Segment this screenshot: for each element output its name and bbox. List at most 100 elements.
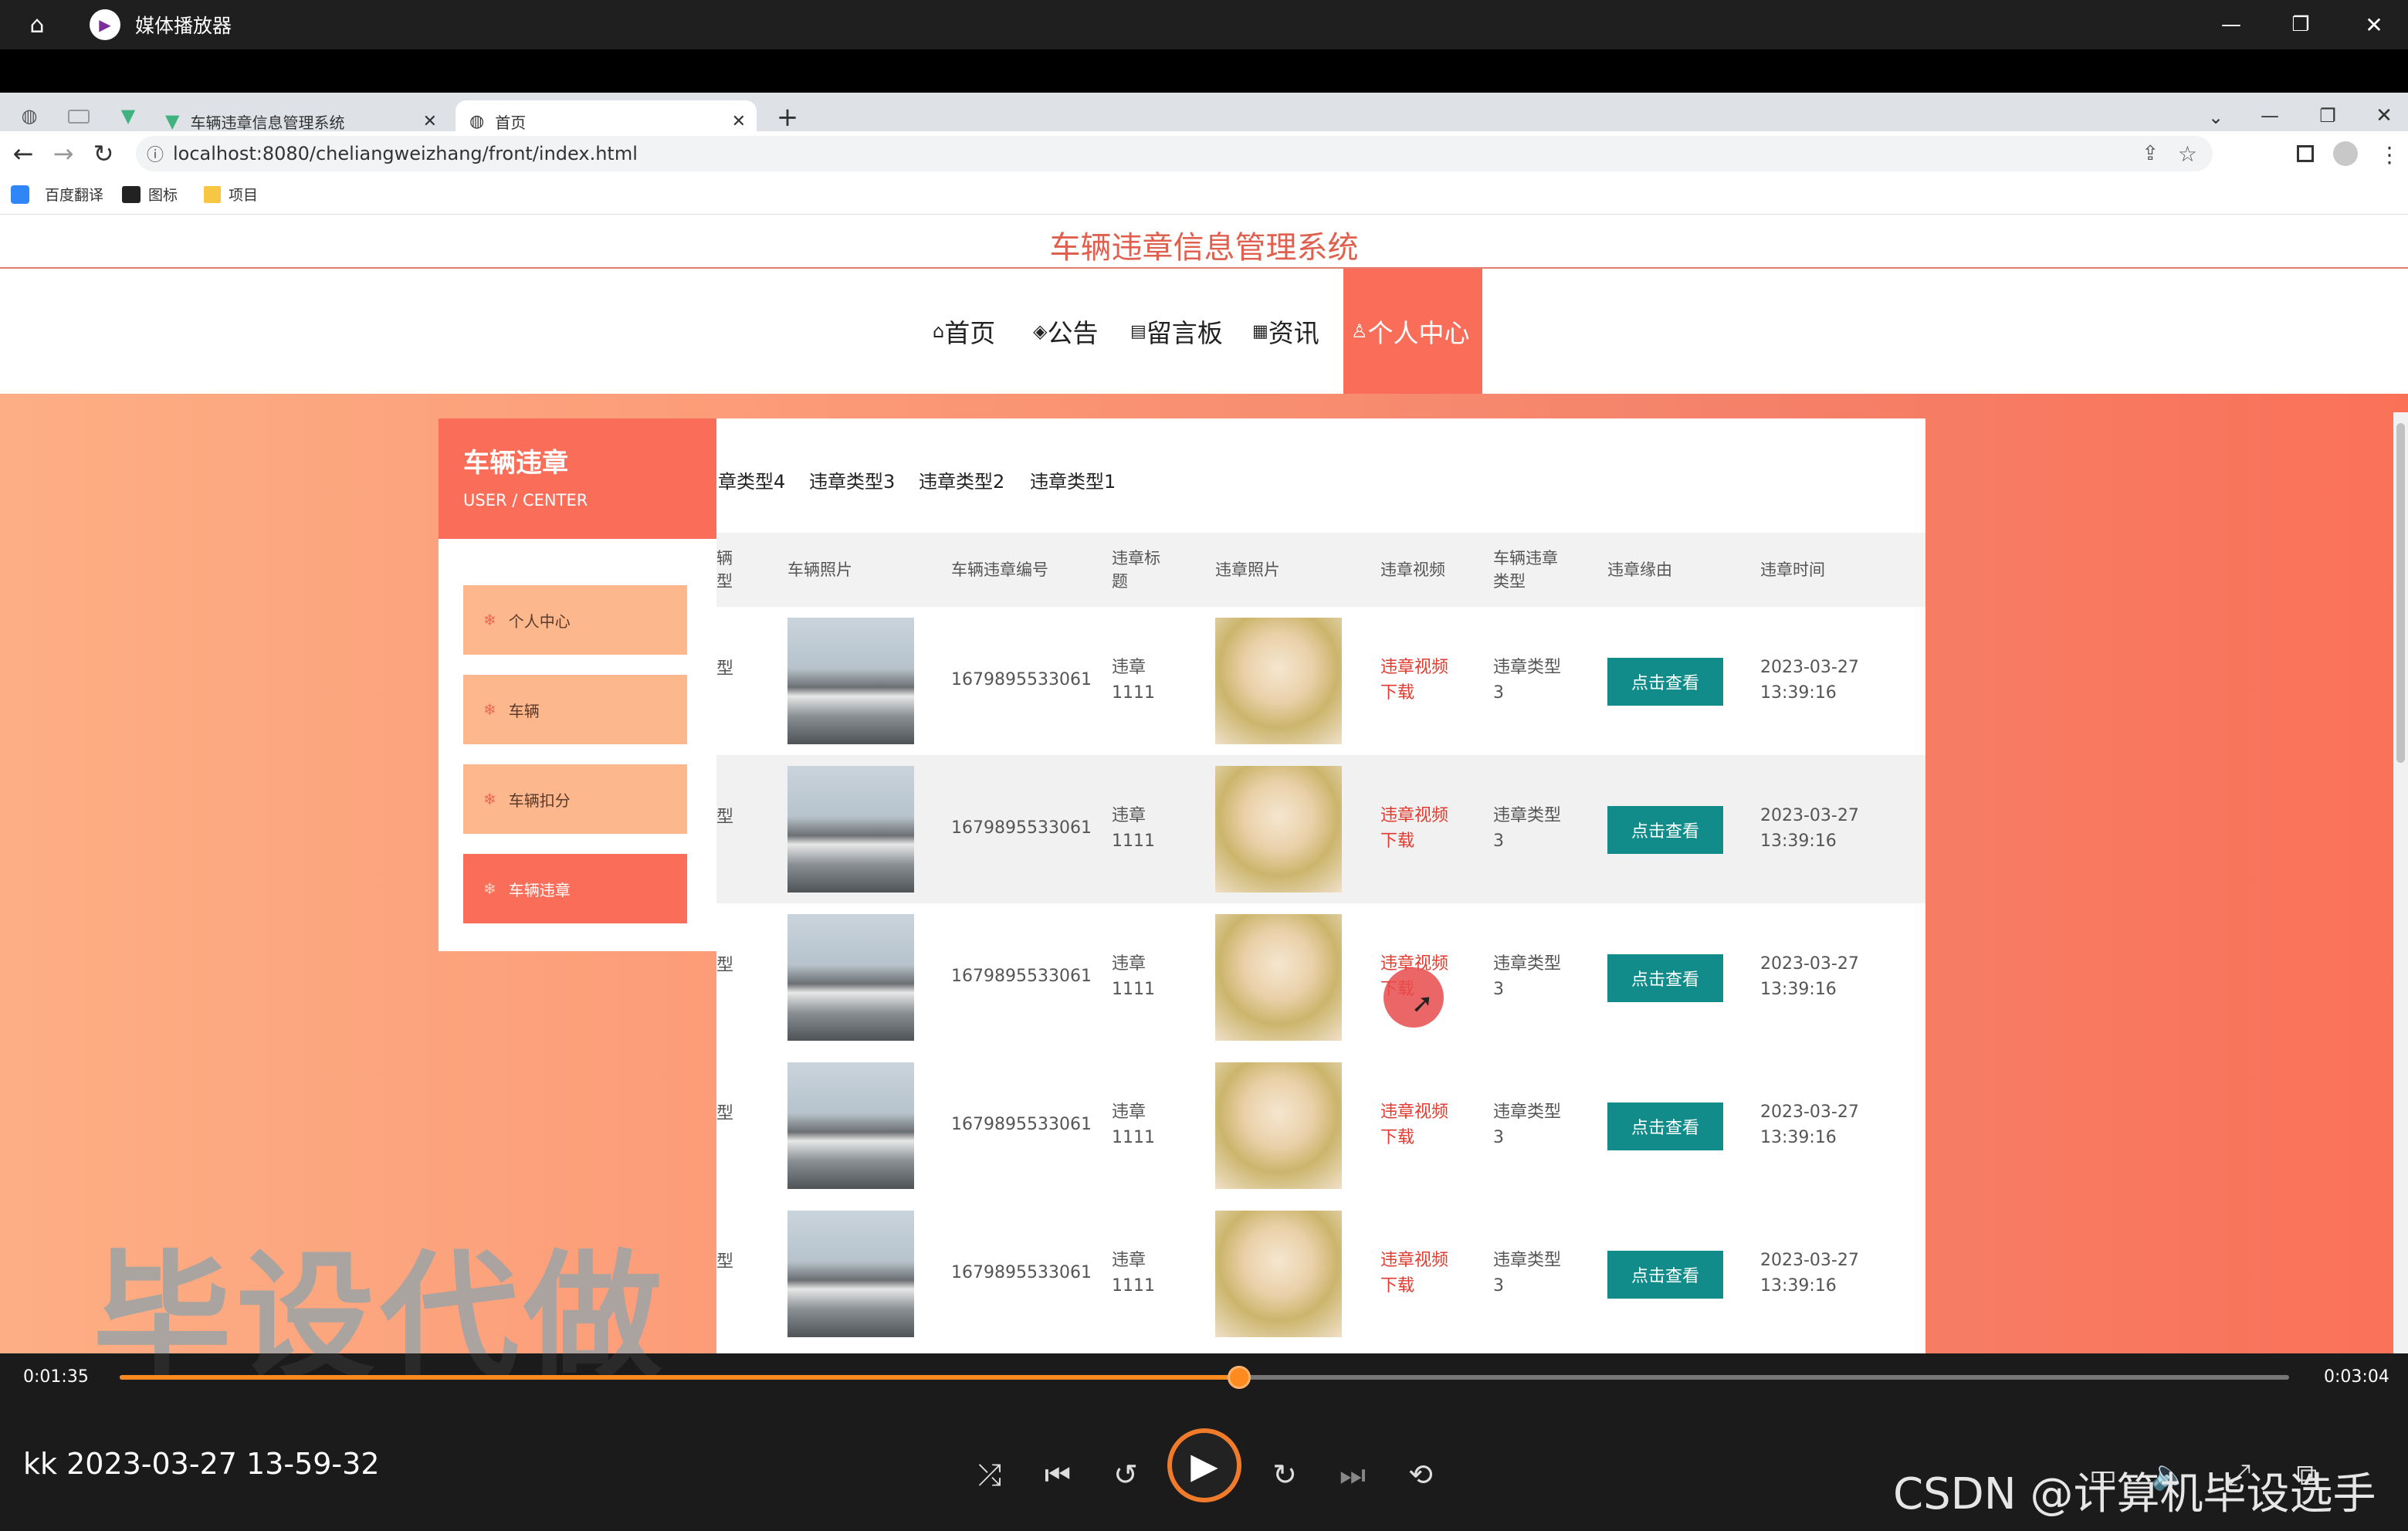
bookmark-item[interactable]: 图标 <box>122 184 178 205</box>
bookmarks-bar: 百度翻译 图标 项目 <box>0 176 2408 215</box>
file-name: kk 2023-03-27 13-59-32 <box>23 1447 380 1481</box>
shuffle-icon[interactable]: ⤮ <box>967 1451 1013 1498</box>
web-page: 车辆违章信息管理系统 ⌂ 首页 ◈ 公告 ▤ 留言板 ▦ 资讯 ♙ 个人中心 车辆违章 U… <box>0 215 2408 1353</box>
previous-icon[interactable]: ⏮ <box>1035 1451 1081 1498</box>
view-reason-button[interactable]: 点击查看 <box>1607 954 1723 1002</box>
minimize-icon[interactable]: — <box>2216 9 2247 40</box>
table-header: 辆 型 车辆照片 车辆违章编号 违章标 题 违章照片 违章视频 车辆违章 类型 … <box>716 533 1925 607</box>
violation-photo[interactable] <box>1215 1211 1342 1337</box>
filter-chip[interactable]: 章类型4 <box>718 466 785 493</box>
close-icon[interactable]: ✕ <box>2369 100 2400 131</box>
home-icon[interactable]: ⌂ <box>22 9 52 40</box>
video-download-link[interactable]: 违章视频 下载 <box>1380 803 1448 854</box>
sidebar-item-user-center[interactable]: ❄ 个人中心 <box>463 585 687 655</box>
th-type: 辆 型 <box>716 548 733 591</box>
side-panel-icon[interactable] <box>2297 145 2314 162</box>
th-vehicle-photo: 车辆照片 <box>787 560 852 579</box>
tab-label: 首页 <box>495 113 527 132</box>
globe-icon[interactable]: ◍ <box>17 103 42 128</box>
share-icon[interactable]: ⇪ <box>2142 142 2159 165</box>
nav-news[interactable]: ▦ 资讯 <box>1252 269 1319 394</box>
chevron-down-icon[interactable]: ⌄ <box>2200 102 2231 133</box>
filter-chip[interactable]: 违章类型1 <box>1030 466 1116 493</box>
star-icon[interactable]: ☆ <box>2178 141 2197 167</box>
profile-avatar[interactable] <box>2333 141 2358 166</box>
seek-handle[interactable] <box>1227 1366 1251 1389</box>
news-icon: ▦ <box>1252 321 1268 341</box>
cell-violation-no: 1679895533061 <box>951 670 1092 689</box>
tab-group-icon[interactable] <box>68 110 90 124</box>
back-icon[interactable]: ← <box>8 138 39 169</box>
forward-30-icon[interactable]: ↻ <box>1262 1451 1308 1498</box>
close-tab-icon[interactable]: ✕ <box>423 112 437 131</box>
view-reason-button[interactable]: 点击查看 <box>1607 1103 1723 1150</box>
snowflake-icon: ❄ <box>483 611 496 629</box>
vehicle-photo[interactable] <box>787 766 914 893</box>
cell-time: 2023-03-27 13:39:16 <box>1760 658 1859 703</box>
cell-violation-title: 违章 1111 <box>1112 954 1155 999</box>
new-tab-icon[interactable]: + <box>772 102 803 133</box>
vehicle-photo[interactable] <box>787 914 914 1041</box>
minimize-icon[interactable]: — <box>2254 100 2285 131</box>
vehicle-photo[interactable] <box>787 618 914 744</box>
nav-notice[interactable]: ◈ 公告 <box>1033 269 1098 394</box>
cell-violation-title: 违章 1111 <box>1112 1251 1155 1296</box>
forward-icon[interactable]: → <box>48 138 79 169</box>
vehicle-photo[interactable] <box>787 1062 914 1189</box>
sidebar: 车辆违章 USER / CENTER ❄ 个人中心 ❄ 车辆 ❄ 车辆扣分 ❄ 车辆违章 <box>439 418 716 951</box>
sidebar-subtitle: USER / CENTER <box>463 491 588 510</box>
seek-progress <box>120 1375 1239 1380</box>
nav-message-board[interactable]: ▤ 留言板 <box>1130 269 1223 394</box>
restore-icon[interactable]: ❐ <box>2285 9 2316 40</box>
vue-logo-icon[interactable]: ▼ <box>116 103 141 128</box>
table-row: 型 1679895533061 违章 1111 违章视频 下载 违章类型 3 点… <box>716 903 1925 1052</box>
violation-photo[interactable] <box>1215 1062 1342 1189</box>
sidebar-header: 车辆违章 USER / CENTER <box>439 418 716 539</box>
layers-icon: ◈ <box>1033 320 1048 342</box>
cell-violation-type: 违章类型 3 <box>1493 1103 1562 1147</box>
nav-user-center[interactable]: ♙ 个人中心 <box>1343 269 1482 394</box>
next-icon[interactable]: ⏭ <box>1329 1451 1376 1498</box>
video-download-link[interactable]: 违章视频 下载 <box>1380 1099 1448 1150</box>
view-reason-button[interactable]: 点击查看 <box>1607 806 1723 854</box>
vehicle-photo[interactable] <box>787 1211 914 1337</box>
violation-photo[interactable] <box>1215 914 1342 1041</box>
play-button[interactable]: ▶ <box>1167 1428 1241 1502</box>
home-icon: ⌂ <box>933 320 945 342</box>
cell-violation-title: 违章 1111 <box>1112 806 1155 851</box>
close-tab-icon[interactable]: ✕ <box>732 112 746 131</box>
bookmark-label: 百度翻译 <box>45 187 104 204</box>
view-reason-button[interactable]: 点击查看 <box>1607 1251 1723 1299</box>
view-reason-button[interactable]: 点击查看 <box>1607 658 1723 706</box>
close-icon[interactable]: ✕ <box>2359 9 2389 40</box>
bookmark-item[interactable]: 项目 <box>204 184 258 205</box>
repeat-icon[interactable]: ⟲ <box>1397 1451 1444 1498</box>
cell-time: 2023-03-27 13:39:16 <box>1760 1103 1859 1147</box>
violation-photo[interactable] <box>1215 618 1342 744</box>
scrollbar-thumb[interactable] <box>2396 423 2405 763</box>
video-download-link[interactable]: 违章视频 下载 <box>1380 1248 1448 1299</box>
video-download-link[interactable]: 违章视频 下载 <box>1380 655 1448 706</box>
reload-icon[interactable]: ↻ <box>88 138 119 169</box>
sidebar-item-vehicle[interactable]: ❄ 车辆 <box>463 675 687 744</box>
address-bar[interactable]: ⓘ localhost:8080/cheliangweizhang/front/… <box>136 136 2213 171</box>
cell-violation-type: 违章类型 3 <box>1493 806 1562 851</box>
sidebar-item-violation[interactable]: ❄ 车辆违章 <box>463 854 687 923</box>
cell-type: 型 <box>716 956 734 975</box>
cell-time: 2023-03-27 13:39:16 <box>1760 1251 1859 1296</box>
violation-photo[interactable] <box>1215 766 1342 893</box>
bookmark-item[interactable]: 百度翻译 <box>11 184 103 205</box>
th-violation-title: 违章标 题 <box>1112 548 1160 591</box>
menu-dots-icon[interactable]: ⋮ <box>2378 139 2401 170</box>
restore-icon[interactable]: ❐ <box>2312 100 2343 131</box>
rewind-10-icon[interactable]: ↺ <box>1102 1451 1149 1498</box>
table-row: 型 1679895533061 违章 1111 违章视频 下载 违章类型 3 点… <box>716 1200 1925 1348</box>
th-violation-type: 车辆违章 类型 <box>1493 548 1558 591</box>
app-title: 媒体播放器 <box>135 15 232 37</box>
filter-chip[interactable]: 违章类型3 <box>809 466 895 493</box>
sidebar-item-deduction[interactable]: ❄ 车辆扣分 <box>463 764 687 834</box>
image-icon <box>122 185 141 203</box>
nav-home[interactable]: ⌂ 首页 <box>933 269 995 394</box>
filter-chip[interactable]: 违章类型2 <box>919 466 1004 493</box>
cell-violation-title: 违章 1111 <box>1112 1103 1155 1147</box>
